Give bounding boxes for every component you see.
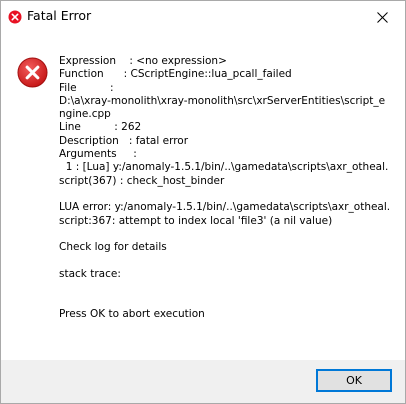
message-line: Function : CScriptEngine::lua_pcall_fail… (59, 68, 292, 81)
message-line: File : (59, 81, 114, 94)
window-title: Fatal Error (27, 8, 92, 23)
error-app-icon (8, 10, 22, 24)
dialog-body: Expression : <no expression> Function : … (1, 33, 405, 360)
close-button[interactable] (359, 1, 405, 33)
message-line: D:\a\xray-monolith\xray-monolith\src\xrS… (59, 94, 386, 121)
message-line: Line : 262 (59, 121, 142, 134)
fatal-error-dialog: Fatal Error Expression : <no expression>… (0, 0, 406, 404)
error-message: Expression : <no expression> Function : … (59, 55, 391, 321)
message-line: stack trace: (59, 267, 121, 280)
message-line: Press OK to abort execution (59, 307, 205, 320)
message-line: LUA error: y:/anomaly-1.5.1/bin/..\gamed… (59, 201, 391, 227)
ok-button[interactable]: OK (316, 369, 392, 392)
message-line: Expression : <no expression> (59, 55, 227, 67)
button-bar: OK (1, 360, 405, 403)
message-line: Arguments : (59, 148, 137, 161)
close-icon (376, 11, 388, 23)
error-icon (17, 57, 48, 88)
message-line: 1 : [Lua] y:/anomaly-1.5.1/bin/..\gameda… (59, 161, 389, 187)
title-bar[interactable]: Fatal Error (1, 1, 405, 33)
message-line: Check log for details (59, 241, 167, 254)
message-line: Description : fatal error (59, 134, 189, 147)
